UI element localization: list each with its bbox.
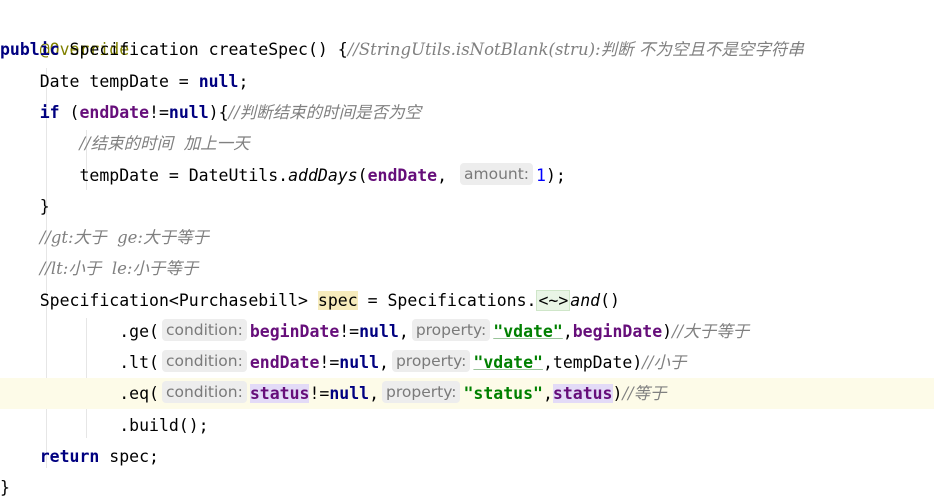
code-line-4[interactable]: if (endDate!=null){//判断结束的时间是否为空 — [0, 97, 934, 128]
code-text: () — [600, 291, 620, 310]
line-comment: //lt:小于 le:小于等于 — [39, 259, 199, 278]
code-line-5[interactable]: //结束的时间 加上一天 — [0, 128, 934, 159]
keyword-null: null — [198, 72, 239, 91]
number-literal: 1 — [536, 166, 546, 185]
field-status: status — [552, 384, 613, 403]
code-text: ,tempDate) — [542, 353, 643, 372]
parameter-hint-condition: condition: — [161, 319, 247, 341]
operator: != — [319, 353, 340, 372]
code-text: , — [369, 384, 380, 403]
code-line-14[interactable]: .build(); — [0, 410, 934, 441]
field-status: status — [249, 384, 310, 403]
keyword-null: null — [168, 103, 209, 122]
code-line-16[interactable]: } — [0, 472, 934, 503]
folded-diamond[interactable]: <~> — [536, 290, 571, 311]
field-enddate: endDate — [79, 103, 150, 122]
code-line-11[interactable]: .ge(condition: beginDate!=null, property: "… — [0, 316, 934, 347]
keyword-null: null — [359, 322, 399, 341]
code-text: ( — [59, 103, 80, 122]
operator: != — [339, 322, 360, 341]
field-enddate: endDate — [367, 166, 438, 185]
code-line-3[interactable]: Date tempDate = null; — [0, 66, 934, 97]
code-line-7[interactable]: } — [0, 191, 934, 222]
operator: != — [309, 384, 330, 403]
code-text: spec; — [99, 447, 159, 466]
method-signature: Specification createSpec() { — [59, 40, 348, 59]
parameter-hint-condition: condition: — [161, 381, 247, 403]
keyword-null: null — [329, 384, 370, 403]
code-text: ) — [612, 384, 623, 403]
parameter-hint-property: property: — [382, 381, 461, 403]
keyword-return: return — [39, 447, 100, 466]
code-line-13-current[interactable]: .eq(condition: status!=null, property: "sta… — [0, 378, 934, 409]
code-text: Date tempDate = — [0, 72, 199, 91]
code-text: , — [437, 166, 457, 185]
code-text: , — [562, 322, 573, 341]
keyword-null: null — [339, 353, 380, 372]
code-text: .lt( — [0, 353, 159, 372]
line-comment: //StringUtils.isNotBlank(stru):判断 不为空且不是… — [347, 40, 804, 59]
code-line-12[interactable]: .lt(condition: endDate!=null, property: "vd… — [0, 347, 934, 378]
code-line-2[interactable]: public Specification createSpec() {//Str… — [0, 34, 934, 65]
parameter-hint-property: property: — [411, 319, 491, 341]
string-literal: "vdate" — [493, 322, 563, 341]
code-line-6[interactable]: tempDate = DateUtils.addDays(endDate, am… — [0, 160, 934, 191]
parameter-hint-property: property: — [391, 350, 471, 372]
method-adddays: addDays — [288, 166, 358, 185]
code-text: , — [542, 384, 553, 403]
code-text: , — [398, 322, 409, 341]
code-text: ) — [662, 322, 673, 341]
line-comment: //小于 — [642, 353, 687, 372]
field-enddate: endDate — [249, 353, 320, 372]
code-text: .ge( — [0, 322, 159, 341]
line-comment: //等于 — [622, 384, 667, 403]
keyword-public: public — [0, 40, 60, 59]
code-text: .build(); — [0, 416, 209, 435]
line-comment: //大于等于 — [672, 322, 750, 341]
code-text: Specification — [0, 291, 169, 310]
code-text: , — [379, 353, 389, 372]
code-text: ; — [238, 72, 249, 91]
method-and: and — [570, 291, 601, 310]
line-comment: //gt:大于 ge:大于等于 — [39, 228, 209, 247]
code-line-10[interactable]: Specification<Purchasebill> spec = Speci… — [0, 285, 934, 316]
code-text: .eq( — [0, 384, 159, 403]
operator: != — [149, 103, 169, 122]
code-text: } — [0, 197, 50, 216]
parameter-hint-condition: condition: — [161, 350, 247, 372]
code-text: ( — [357, 166, 368, 185]
code-editor[interactable]: @Override public Specification createSpe… — [0, 0, 934, 500]
variable-spec: spec — [317, 291, 358, 310]
line-comment: //判断结束的时间是否为空 — [228, 103, 422, 122]
string-literal: "vdate" — [473, 353, 543, 372]
code-line-15[interactable]: return spec; — [0, 441, 934, 472]
code-line-8[interactable]: //gt:大于 ge:大于等于 — [0, 222, 934, 253]
code-text: = Specifications. — [357, 291, 537, 310]
line-comment: //结束的时间 加上一天 — [79, 134, 250, 153]
code-line-9[interactable]: //lt:小于 le:小于等于 — [0, 253, 934, 284]
string-literal: "status" — [463, 384, 543, 403]
field-begindate: beginDate — [249, 322, 340, 341]
code-text: } — [0, 478, 10, 497]
code-text: ){ — [208, 103, 229, 122]
parameter-hint-amount: amount: — [460, 163, 534, 185]
keyword-if: if — [39, 103, 60, 122]
code-line-1[interactable]: @Override — [0, 3, 934, 59]
code-text: ); — [545, 166, 566, 185]
generic-type: <Purchasebill> — [168, 291, 308, 310]
code-text: tempDate = DateUtils. — [0, 166, 289, 185]
field-begindate: beginDate — [572, 322, 663, 341]
